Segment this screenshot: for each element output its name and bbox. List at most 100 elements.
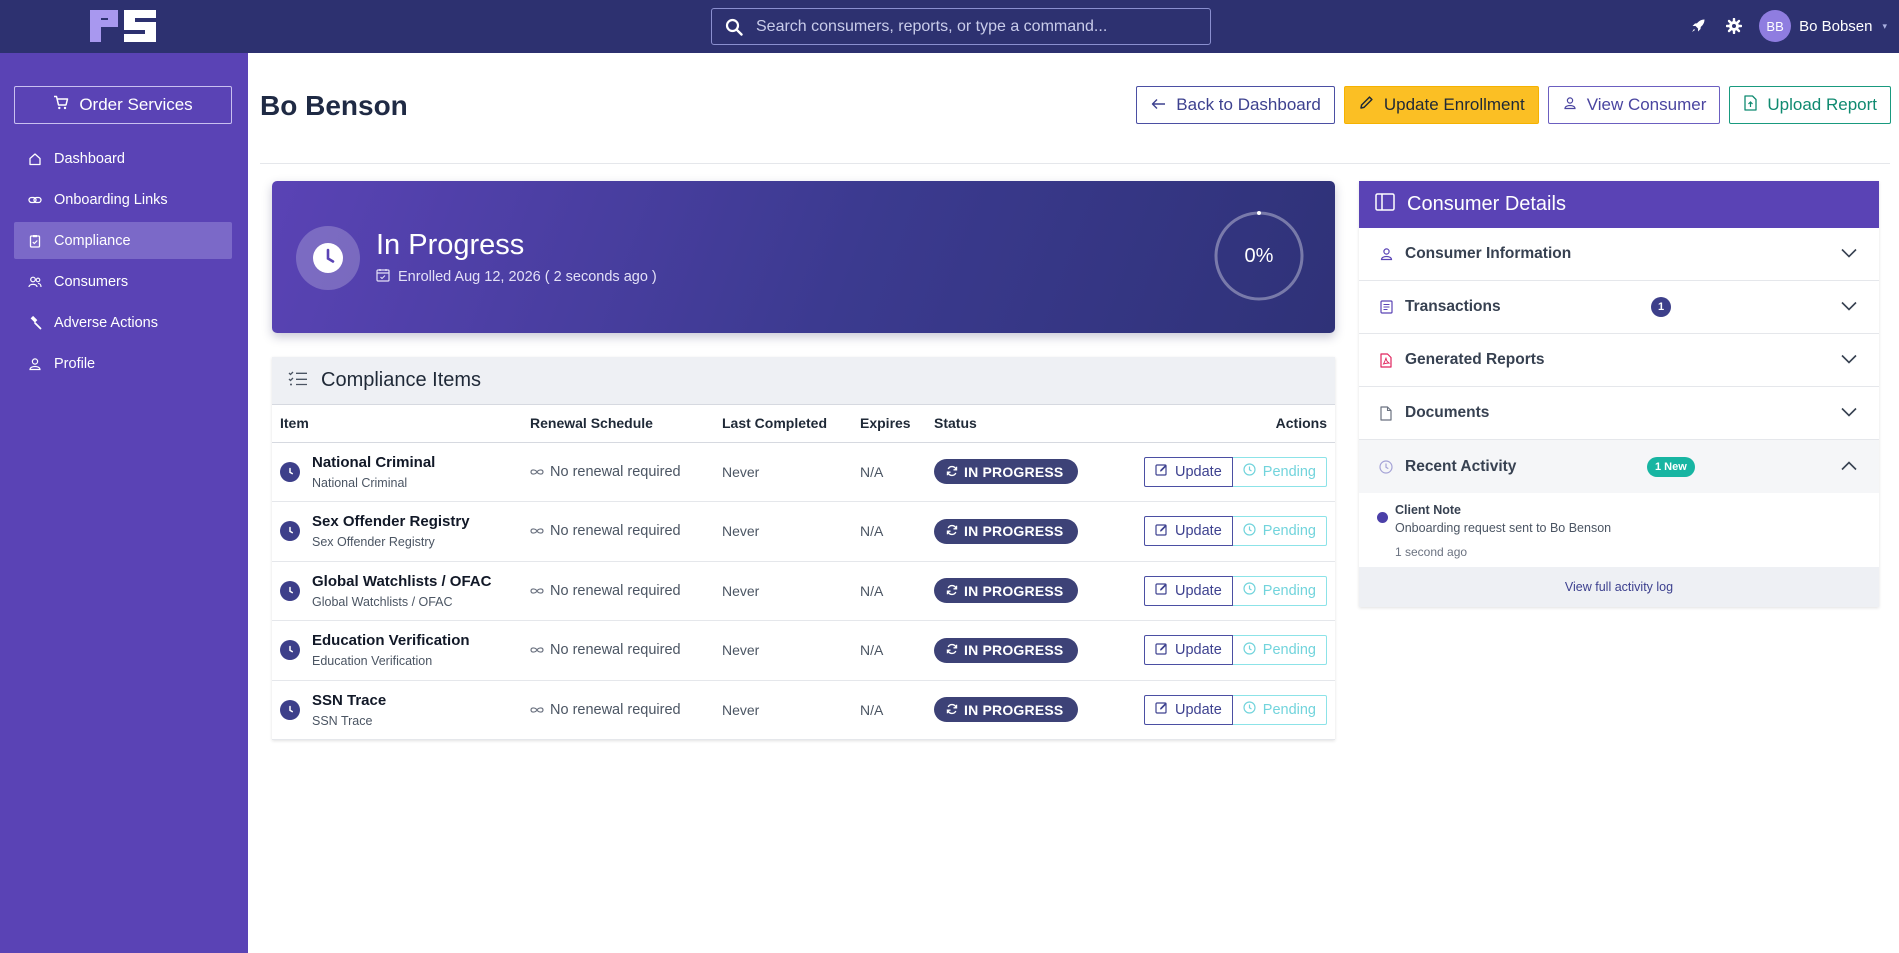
upload-report-button[interactable]: Upload Report <box>1729 86 1891 124</box>
last-completed: Never <box>722 561 860 621</box>
chevron-down-icon[interactable] <box>1841 404 1857 422</box>
pending-label: Pending <box>1262 523 1316 540</box>
activity-text: Onboarding request sent to Bo Benson <box>1395 521 1612 535</box>
top-bar: BB Bo Bobsen ▾ <box>0 0 1899 53</box>
avatar: BB <box>1759 10 1792 42</box>
section-label: Transactions <box>1405 298 1501 315</box>
search-icon[interactable] <box>712 18 756 36</box>
status-label: IN PROGRESS <box>964 582 1064 599</box>
documents-section[interactable]: Documents <box>1359 387 1879 440</box>
status-label: IN PROGRESS <box>964 463 1064 480</box>
item-subtitle: Global Watchlists / OFAC <box>312 594 453 609</box>
search-input[interactable] <box>756 17 1210 36</box>
renewal-schedule: No renewal required <box>550 523 681 540</box>
generated-reports-section[interactable]: Generated Reports <box>1359 334 1879 387</box>
infinity-icon <box>530 523 544 539</box>
chevron-down-icon[interactable] <box>1841 298 1857 316</box>
update-item-button[interactable]: Update <box>1144 575 1233 606</box>
update-label: Update <box>1175 523 1222 540</box>
pending-button[interactable]: Pending <box>1232 575 1327 606</box>
update-item-button[interactable]: Update <box>1144 694 1233 725</box>
edit-icon <box>1155 523 1168 540</box>
sync-icon <box>946 642 958 658</box>
item-name: Education Verification <box>312 632 470 650</box>
clock-icon <box>1243 463 1256 480</box>
activity-title: Client Note <box>1395 503 1461 517</box>
clock-icon <box>1243 582 1256 599</box>
item-subtitle: SSN Trace <box>312 713 373 728</box>
consumer-details-header: Consumer Details <box>1359 181 1879 228</box>
pending-button[interactable]: Pending <box>1232 635 1327 666</box>
home-icon <box>28 152 42 166</box>
table-row: SSN Trace SSN Trace No renewal required N… <box>272 680 1335 740</box>
item-name: SSN Trace <box>312 691 387 709</box>
pdf-file-icon <box>1379 352 1393 368</box>
brand-logo[interactable] <box>88 8 158 44</box>
back-to-dashboard-button[interactable]: Back to Dashboard <box>1136 86 1335 124</box>
pending-button[interactable]: Pending <box>1232 694 1327 725</box>
chevron-down-icon[interactable] <box>1841 351 1857 369</box>
section-label: Recent Activity <box>1405 457 1517 475</box>
edit-icon <box>1155 642 1168 659</box>
sidebar: Order Services Dashboard Onboarding Link… <box>0 53 248 953</box>
section-label: Generated Reports <box>1405 351 1545 368</box>
infinity-icon <box>530 464 544 480</box>
back-to-dashboard-label: Back to Dashboard <box>1176 95 1321 114</box>
compliance-title: Compliance Items <box>321 369 482 391</box>
chevron-down-icon[interactable] <box>1841 245 1857 263</box>
sidebar-item-onboarding-links[interactable]: Onboarding Links <box>14 181 232 218</box>
activity-item: Client Note Onboarding request sent to B… <box>1359 493 1879 567</box>
last-completed: Never <box>722 620 860 681</box>
edit-icon <box>1155 463 1168 480</box>
gear-icon[interactable] <box>1723 15 1745 37</box>
view-consumer-button[interactable]: View Consumer <box>1547 86 1721 124</box>
rocket-icon[interactable] <box>1687 15 1709 37</box>
order-services-button[interactable]: Order Services <box>14 86 232 124</box>
user-menu[interactable]: BB Bo Bobsen ▾ <box>1759 10 1887 42</box>
column-header: Item <box>272 405 530 443</box>
sync-icon <box>946 464 958 480</box>
renewal-schedule: No renewal required <box>550 463 681 480</box>
item-name: National Criminal <box>312 453 436 471</box>
receipt-icon <box>1379 299 1393 315</box>
view-full-activity-log-link[interactable]: View full activity log <box>1359 567 1879 607</box>
consumer-details-title: Consumer Details <box>1407 193 1566 215</box>
sidebar-item-dashboard[interactable]: Dashboard <box>14 140 232 177</box>
sidebar-item-adverse-actions[interactable]: Adverse Actions <box>14 304 232 341</box>
recent-activity-section[interactable]: Recent Activity 1 New <box>1359 440 1879 493</box>
users-icon <box>28 275 42 289</box>
transactions-count-badge: 1 <box>1651 297 1671 317</box>
update-item-button[interactable]: Update <box>1144 456 1233 487</box>
sidebar-item-label: Consumers <box>54 273 129 290</box>
update-label: Update <box>1175 463 1222 480</box>
pencil-icon <box>1359 95 1374 115</box>
status-title: In Progress <box>376 229 525 261</box>
page-title: Bo Benson <box>260 90 408 121</box>
update-enrollment-button[interactable]: Update Enrollment <box>1343 86 1539 124</box>
transactions-section[interactable]: Transactions 1 <box>1359 281 1879 334</box>
sidebar-item-profile[interactable]: Profile <box>14 345 232 382</box>
pending-button[interactable]: Pending <box>1232 456 1327 487</box>
consumer-details-panel: Consumer Details Consumer Information Tr… <box>1359 181 1879 607</box>
chevron-up-icon[interactable] <box>1841 458 1857 476</box>
clock-icon <box>1243 642 1256 659</box>
calendar-icon <box>376 268 390 286</box>
search-bar <box>711 8 1211 45</box>
update-label: Update <box>1175 642 1222 659</box>
update-item-button[interactable]: Update <box>1144 635 1233 666</box>
file-upload-icon <box>1744 94 1758 116</box>
sidebar-item-consumers[interactable]: Consumers <box>14 263 232 300</box>
update-item-button[interactable]: Update <box>1144 516 1233 547</box>
sync-icon <box>946 583 958 599</box>
infinity-icon <box>530 642 544 658</box>
pending-button[interactable]: Pending <box>1232 516 1327 547</box>
column-header: Renewal Schedule <box>530 405 722 443</box>
sidebar-item-compliance[interactable]: Compliance <box>14 222 232 259</box>
new-activity-badge: 1 New <box>1647 456 1695 477</box>
compliance-header: Compliance Items <box>272 357 1335 405</box>
consumer-information-section[interactable]: Consumer Information <box>1359 228 1879 281</box>
last-completed: Never <box>722 501 860 562</box>
expires: N/A <box>860 442 934 502</box>
table-row: Education Verification Education Verifica… <box>272 620 1335 681</box>
clipboard-icon <box>28 234 42 248</box>
